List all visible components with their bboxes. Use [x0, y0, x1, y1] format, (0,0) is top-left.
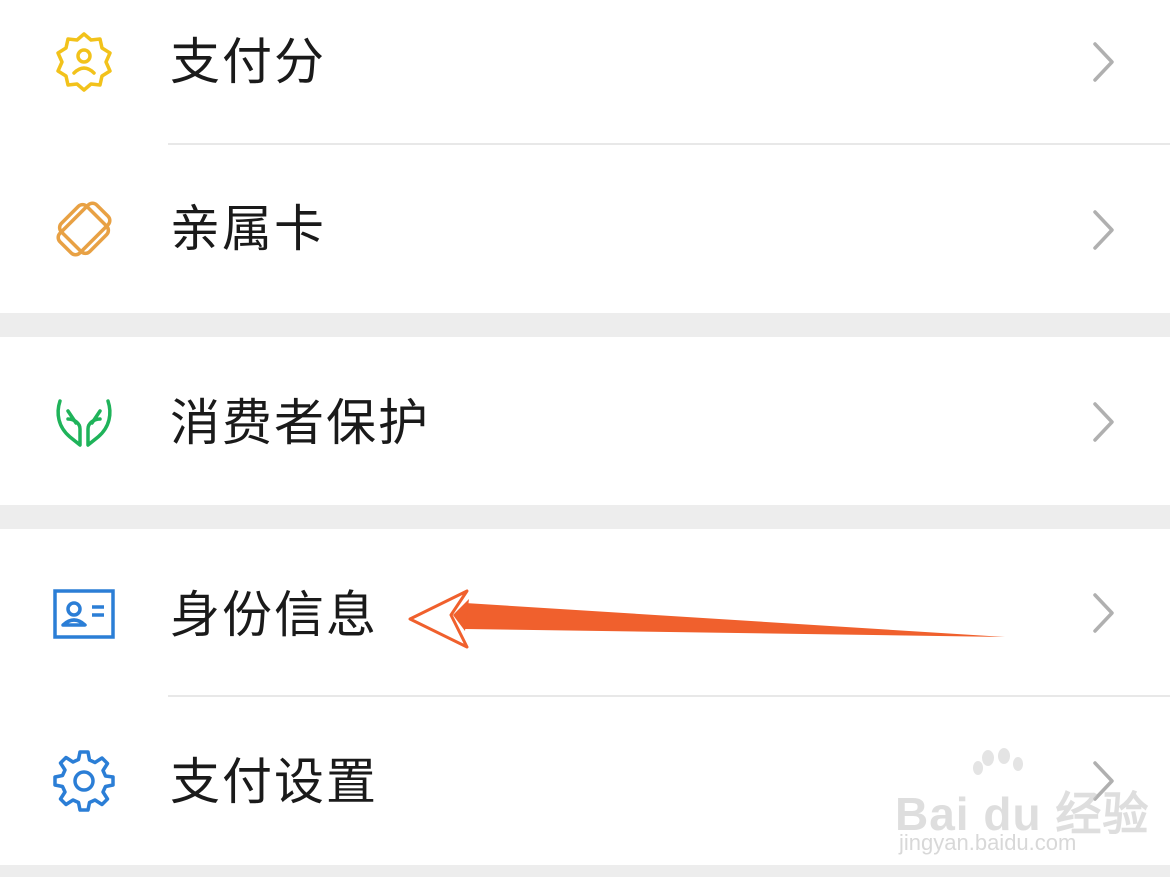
family-card-icon	[50, 195, 118, 263]
menu-item-label: 支付设置	[170, 753, 378, 811]
menu-item-family-card[interactable]: 亲属卡	[0, 145, 1170, 313]
chevron-right-icon	[1088, 591, 1118, 635]
gear-icon	[50, 747, 118, 815]
menu-item-label: 身份信息	[170, 586, 378, 644]
consumer-protection-hands-icon	[50, 389, 118, 457]
menu-item-label: 亲属卡	[170, 200, 326, 258]
menu-item-label: 支付分	[170, 33, 326, 91]
watermark-url: jingyan.baidu.com	[899, 830, 1077, 855]
id-card-icon	[50, 581, 118, 649]
menu-item-consumer-protection[interactable]: 消费者保护	[0, 337, 1170, 505]
menu-item-label: 消费者保护	[170, 394, 430, 452]
annotation-arrow	[405, 585, 1015, 655]
chevron-right-icon	[1088, 208, 1118, 252]
menu-item-payscore[interactable]: 支付分	[0, 0, 1170, 143]
payscore-badge-icon	[50, 28, 118, 96]
chevron-right-icon	[1088, 400, 1118, 444]
baidu-jingyan-watermark: Bai du 经验 jingyan.baidu.com	[895, 748, 1148, 858]
chevron-right-icon	[1088, 40, 1118, 84]
